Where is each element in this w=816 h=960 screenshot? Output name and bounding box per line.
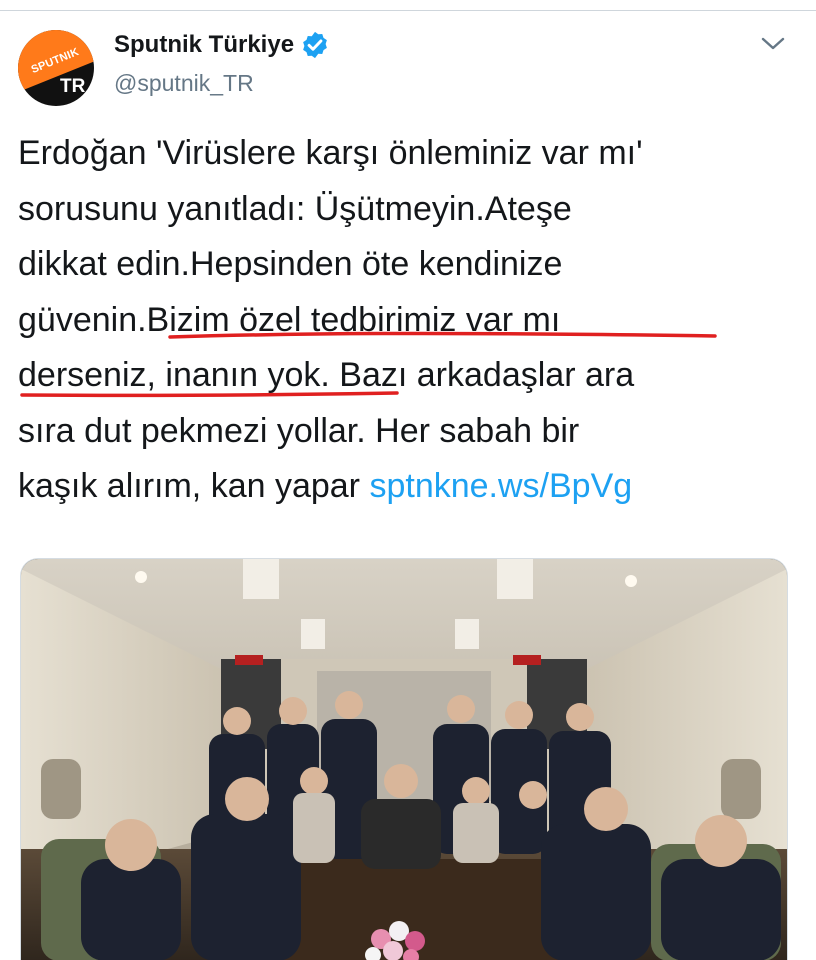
tweet-view: SPUTNIK TR Sputnik Türkiye @sputnik_TR E…: [0, 0, 816, 960]
tweet-link[interactable]: sptnkne.ws/BpVg: [369, 467, 632, 505]
red-underline-annotation: [20, 331, 717, 398]
photo-icon: [21, 559, 787, 960]
tweet-line: kaşık alırım, kan yapar sptnkne.ws/BpVg: [18, 459, 808, 515]
tweet-photo[interactable]: [20, 558, 788, 960]
tweet-text-segment: kaşık alırım, kan yapar: [18, 467, 370, 505]
